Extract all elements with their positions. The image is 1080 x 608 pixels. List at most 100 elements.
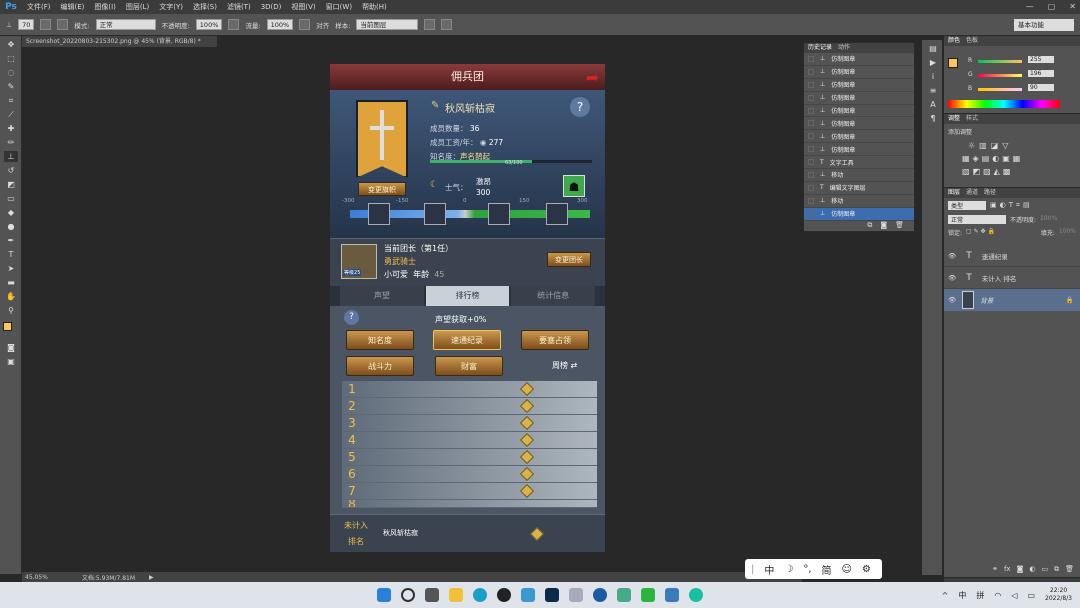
- clock[interactable]: 22:20 2022/8/3: [1045, 587, 1072, 603]
- tab-reputation[interactable]: 声望: [340, 286, 424, 306]
- history-checkbox[interactable]: [808, 197, 814, 204]
- new-layer-icon[interactable]: ⧉: [1054, 565, 1059, 577]
- crop-tool-icon[interactable]: ⌗: [4, 95, 18, 106]
- zoom-tool-icon[interactable]: ⚲: [4, 305, 18, 316]
- tab-color[interactable]: 颜色: [948, 36, 960, 46]
- menu-image[interactable]: 图像(I): [89, 2, 121, 12]
- brush-size[interactable]: 70: [18, 19, 35, 30]
- r-value[interactable]: 255: [1028, 56, 1054, 63]
- gradient-tool-icon[interactable]: ▭: [4, 193, 18, 204]
- app-icon[interactable]: [569, 588, 583, 602]
- rank-row[interactable]: 3: [342, 415, 597, 432]
- app-icon[interactable]: [689, 588, 703, 602]
- pressure-size-icon[interactable]: [441, 19, 453, 30]
- screen-mode-icon[interactable]: ▣: [4, 356, 18, 367]
- tab-statistics[interactable]: 统计信息: [511, 286, 596, 306]
- running-figure-icon[interactable]: ☗: [563, 175, 585, 197]
- minimize-icon[interactable]: —: [1026, 2, 1034, 11]
- history-item[interactable]: ⊥ 仿制图章: [804, 105, 914, 118]
- app-icon[interactable]: [593, 588, 607, 602]
- rank-row[interactable]: 6: [342, 466, 597, 483]
- pen-tool-icon[interactable]: ✒: [4, 235, 18, 246]
- shape-tool-icon[interactable]: ▬: [4, 277, 18, 288]
- history-panel-icon[interactable]: ▤: [926, 43, 940, 54]
- ranking-help-icon[interactable]: ?: [344, 310, 359, 325]
- menu-edit[interactable]: 编辑(E): [56, 2, 90, 12]
- moon-icon[interactable]: ☽: [784, 564, 793, 575]
- history-item[interactable]: ⊥ 移动: [804, 169, 914, 182]
- app-icon[interactable]: [521, 588, 535, 602]
- tab-styles[interactable]: 样式: [966, 114, 978, 124]
- task-view-icon[interactable]: [425, 588, 439, 602]
- delete-layer-icon[interactable]: 🗑: [1065, 565, 1074, 577]
- tray-ime-mode[interactable]: 拼: [976, 590, 984, 601]
- menu-filter[interactable]: 滤镜(T): [222, 2, 256, 12]
- layer-row[interactable]: 👁 T 未计入 排名: [944, 267, 1080, 289]
- new-document-icon[interactable]: ⧉: [867, 221, 872, 233]
- search-icon[interactable]: [401, 588, 415, 602]
- status-arrow-icon[interactable]: ▶: [149, 574, 154, 581]
- rank-row[interactable]: 8: [342, 500, 597, 508]
- adjustment-icons-row-3[interactable]: ▧◩▨◭▩: [944, 165, 1080, 178]
- history-checkbox[interactable]: [808, 94, 814, 101]
- ime-lang[interactable]: 中: [764, 562, 774, 577]
- mask-icon[interactable]: ◙: [1017, 565, 1024, 577]
- volume-icon[interactable]: ◁: [1011, 591, 1017, 600]
- properties-panel-icon[interactable]: ≡: [926, 85, 940, 96]
- history-checkbox[interactable]: [808, 133, 814, 140]
- r-slider[interactable]: [978, 60, 1022, 63]
- history-item[interactable]: ⊥ 仿制图章: [804, 92, 914, 105]
- tab-actions[interactable]: 动作: [838, 43, 850, 53]
- edit-name-icon[interactable]: ✎: [431, 100, 439, 111]
- history-checkbox[interactable]: [808, 55, 814, 62]
- actions-panel-icon[interactable]: ▶: [926, 57, 940, 68]
- b-value[interactable]: 90: [1028, 84, 1054, 91]
- app-icon[interactable]: [617, 588, 631, 602]
- help-icon[interactable]: ?: [570, 97, 590, 117]
- adjustment-icons-row-1[interactable]: ☼▥◪▽: [944, 139, 1080, 152]
- morale-level-1-icon[interactable]: [368, 203, 390, 225]
- history-item[interactable]: ⊥ 仿制图章: [804, 143, 914, 157]
- history-checkbox[interactable]: [808, 171, 814, 178]
- brush-panel-icon[interactable]: [57, 19, 69, 30]
- clone-stamp-tool-icon[interactable]: ⊥: [4, 151, 18, 162]
- sample-select[interactable]: 当前图层: [356, 19, 419, 30]
- close-icon[interactable]: ✕: [1069, 2, 1076, 11]
- marquee-tool-icon[interactable]: ⬚: [4, 53, 18, 64]
- menu-select[interactable]: 选择(S): [188, 2, 222, 12]
- rank-speedrun-button[interactable]: 速通纪录: [433, 330, 501, 350]
- tab-adjustments[interactable]: 调整: [948, 114, 960, 124]
- history-checkbox[interactable]: [808, 184, 814, 191]
- ime-grip[interactable]: |: [751, 564, 754, 575]
- history-item[interactable]: ⊥ 仿制图章: [804, 79, 914, 92]
- fx-icon[interactable]: fx: [1004, 565, 1011, 577]
- rank-row[interactable]: 4: [342, 432, 597, 449]
- ime-simplified[interactable]: 简: [822, 562, 832, 577]
- history-item[interactable]: ⊥ 仿制图章: [804, 53, 914, 66]
- history-item[interactable]: ⊥ 移动: [804, 195, 914, 208]
- menu-window[interactable]: 窗口(W): [321, 2, 357, 12]
- history-checkbox[interactable]: [808, 159, 814, 166]
- tab-swatches[interactable]: 色板: [966, 36, 978, 46]
- folder-icon[interactable]: ▭: [1041, 565, 1048, 577]
- layer-row[interactable]: 👁 T 速通纪录: [944, 245, 1080, 267]
- photos-icon[interactable]: [665, 588, 679, 602]
- tab-ranking[interactable]: 排行榜: [425, 286, 510, 306]
- rank-fame-button[interactable]: 知名度: [346, 330, 414, 350]
- history-checkbox[interactable]: [808, 146, 814, 153]
- morale-level-3-icon[interactable]: [488, 203, 510, 225]
- layer-kind-select[interactable]: 类型: [948, 201, 986, 210]
- airbrush-icon[interactable]: [299, 19, 311, 30]
- aligned-checkbox[interactable]: 对齐: [316, 20, 329, 30]
- adjust-layer-icon[interactable]: ◐: [1029, 565, 1035, 577]
- history-item[interactable]: ⊥ 仿制图章: [804, 66, 914, 79]
- lasso-tool-icon[interactable]: ◌: [4, 67, 18, 78]
- rank-row[interactable]: 2: [342, 398, 597, 415]
- change-banner-button[interactable]: 变更旗帜: [358, 182, 406, 196]
- adjustment-icons-row-2[interactable]: ▦◈▤◐▣▦: [944, 152, 1080, 165]
- menu-file[interactable]: 文件(F): [22, 2, 56, 12]
- menu-help[interactable]: 帮助(H): [357, 2, 392, 12]
- menu-view[interactable]: 视图(V): [286, 2, 320, 12]
- workspace-select[interactable]: 基本功能: [1014, 19, 1074, 31]
- move-tool-icon[interactable]: ✥: [4, 39, 18, 50]
